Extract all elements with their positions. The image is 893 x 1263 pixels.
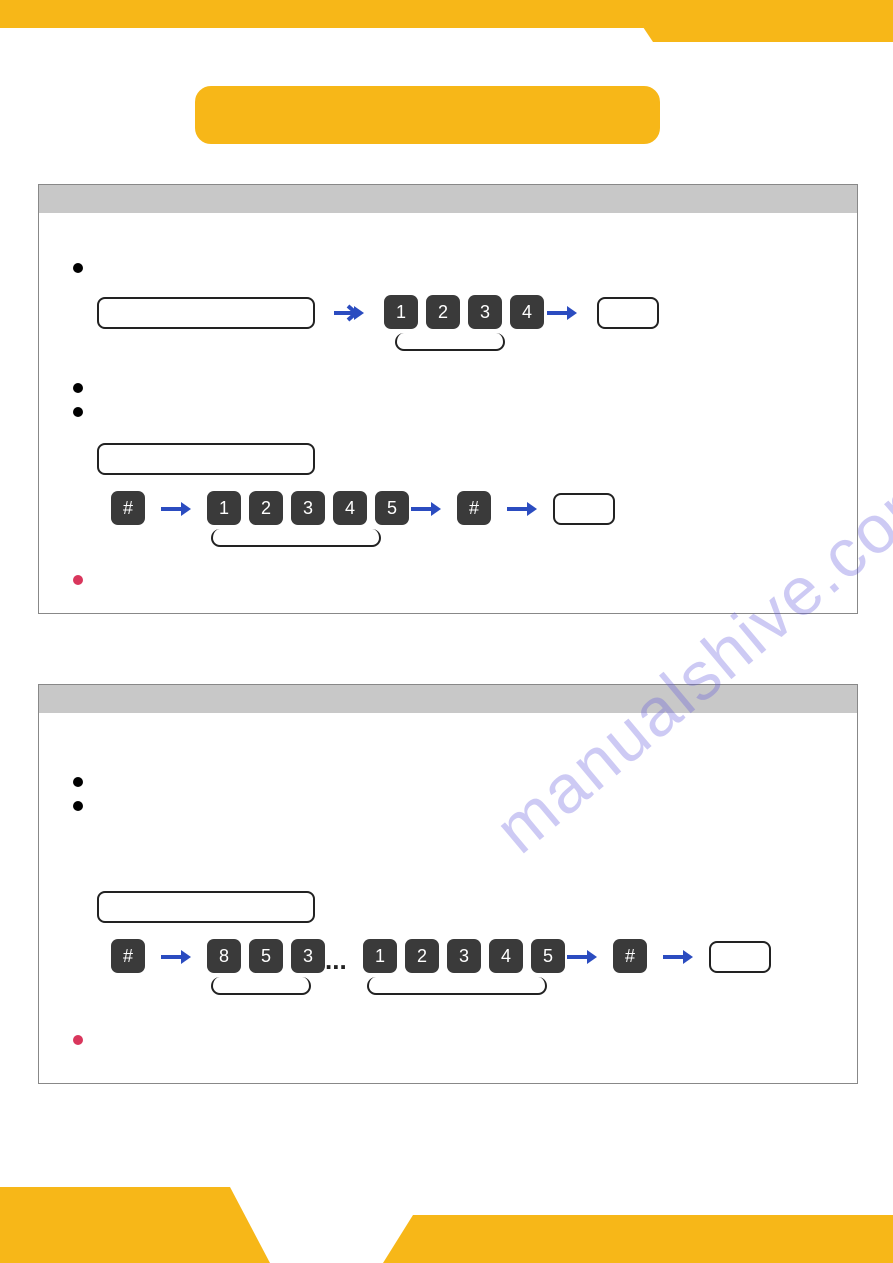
key-row: 1 2 3 4 5 <box>207 491 413 525</box>
key-digit: 2 <box>249 491 283 525</box>
arrow-right-icon <box>507 499 537 519</box>
key-hash: # <box>457 491 495 525</box>
bottom-right-bar <box>413 1215 893 1263</box>
panel-1-header <box>39 185 857 213</box>
key-digit: 3 <box>468 295 502 329</box>
key-digit: 5 <box>375 491 409 525</box>
arrow-right-icon <box>663 947 693 967</box>
key-row-b: 1 2 3 4 5 <box>363 939 569 973</box>
bracket-under <box>211 977 311 995</box>
key-digit: 5 <box>531 939 565 973</box>
bracket-under <box>395 333 505 351</box>
input-box <box>97 443 315 475</box>
key-digit: 5 <box>249 939 283 973</box>
bullet-icon <box>73 801 83 811</box>
bracket-under <box>367 977 547 995</box>
key-hash: # <box>111 939 149 973</box>
arrow-right-icon <box>334 303 364 323</box>
key-hash: # <box>111 939 145 973</box>
panel-2-header <box>39 685 857 713</box>
key-digit: 2 <box>426 295 460 329</box>
red-bullet-icon <box>73 1035 83 1045</box>
arrow-right-icon <box>161 499 191 519</box>
key-hash: # <box>457 491 491 525</box>
bracket-under <box>211 529 381 547</box>
bullet-icon <box>73 263 83 273</box>
key-digit: 1 <box>363 939 397 973</box>
key-hash: # <box>613 939 647 973</box>
panel-1: 1 2 3 4 # 1 2 3 4 5 # <box>38 184 858 614</box>
output-box <box>709 941 771 973</box>
output-box <box>597 297 659 329</box>
key-digit: 2 <box>405 939 439 973</box>
key-hash: # <box>613 939 651 973</box>
key-row: 1 2 3 4 <box>384 295 548 329</box>
key-digit: 3 <box>447 939 481 973</box>
arrow-right-icon <box>161 947 191 967</box>
key-digit: 1 <box>207 491 241 525</box>
input-box <box>97 891 315 923</box>
bottom-left-corner <box>0 1187 230 1263</box>
arrow-right-icon <box>411 499 441 519</box>
key-digit: 3 <box>291 939 325 973</box>
arrow-right-icon <box>547 303 577 323</box>
ellipsis: ... <box>325 945 347 976</box>
arrow-right-icon <box>567 947 597 967</box>
key-digit: 4 <box>489 939 523 973</box>
top-bar <box>0 0 660 28</box>
key-digit: 4 <box>510 295 544 329</box>
input-box <box>97 297 315 329</box>
key-hash: # <box>111 491 145 525</box>
panel-2: # 8 5 3 ... 1 2 3 4 5 # <box>38 684 858 1084</box>
key-digit: 3 <box>291 491 325 525</box>
title-box <box>195 86 660 144</box>
red-bullet-icon <box>73 575 83 585</box>
bullet-icon <box>73 777 83 787</box>
key-digit: 8 <box>207 939 241 973</box>
key-digit: 4 <box>333 491 367 525</box>
key-row-a: 8 5 3 <box>207 939 329 973</box>
bullet-icon <box>73 407 83 417</box>
key-digit: 1 <box>384 295 418 329</box>
top-corner <box>653 0 893 42</box>
output-box <box>553 493 615 525</box>
key-hash: # <box>111 491 149 525</box>
bullet-icon <box>73 383 83 393</box>
